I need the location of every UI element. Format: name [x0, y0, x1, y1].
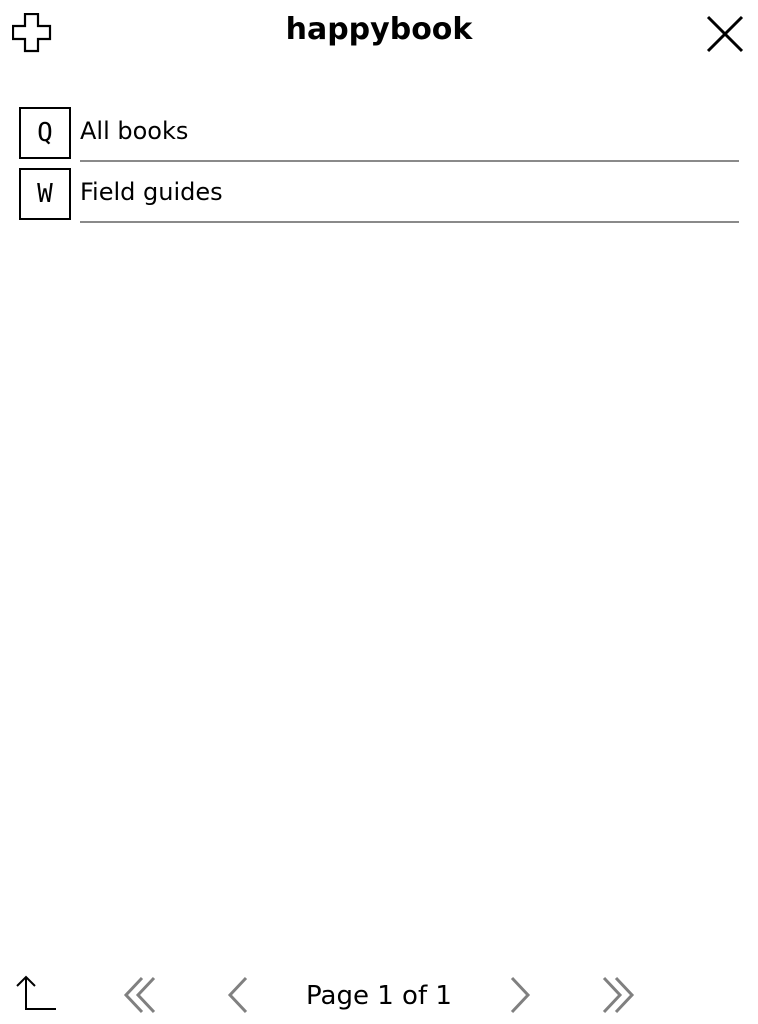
list-item[interactable]: Q All books	[0, 100, 758, 162]
header-bar: happybook	[0, 0, 758, 64]
shortcut-key-badge: Q	[19, 107, 71, 159]
last-page-icon[interactable]	[600, 976, 636, 1014]
shortcut-key-badge: W	[19, 168, 71, 220]
page-indicator: Page 1 of 1	[306, 981, 452, 1011]
row-divider	[80, 221, 739, 223]
list-item-label: All books	[80, 117, 189, 145]
list-item[interactable]: W Field guides	[0, 161, 758, 223]
footer-navigation: Page 1 of 1	[0, 960, 758, 1024]
close-icon[interactable]	[706, 15, 744, 53]
page-title: happybook	[285, 12, 473, 47]
list-item-label: Field guides	[80, 178, 223, 206]
next-page-icon[interactable]	[508, 976, 534, 1014]
